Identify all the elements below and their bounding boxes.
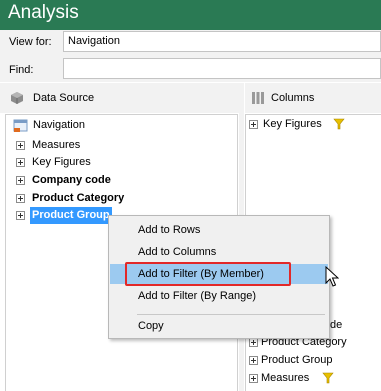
menu-item-add-to-filter-by-member[interactable]: Add to Filter (By Member) — [110, 262, 328, 286]
find-input[interactable] — [63, 58, 381, 79]
expand-icon[interactable] — [16, 141, 25, 150]
expand-icon[interactable] — [249, 120, 258, 129]
navigation-icon — [13, 119, 28, 132]
columns-title: Columns — [271, 92, 315, 104]
view-for-label: View for: — [9, 36, 52, 48]
expand-icon[interactable] — [16, 194, 25, 203]
menu-item-add-to-columns[interactable]: Add to Columns — [110, 242, 328, 262]
rows-item-label: Measures — [261, 372, 310, 384]
menu-item-copy[interactable]: Copy — [110, 316, 328, 336]
expand-icon[interactable] — [249, 374, 258, 383]
app-title: Analysis — [8, 2, 79, 23]
menu-separator — [137, 314, 325, 315]
rows-item-label: de — [330, 319, 343, 331]
mouse-cursor-icon — [325, 266, 339, 287]
expand-icon[interactable] — [249, 338, 258, 347]
expand-icon[interactable] — [16, 158, 25, 167]
data-source-title: Data Source — [33, 92, 95, 104]
rows-item-truncated[interactable]: de — [330, 317, 342, 334]
filter-area: View for: Navigation Find: — [0, 30, 381, 82]
expand-icon[interactable] — [16, 211, 25, 220]
data-source-header: Data Source — [0, 83, 239, 113]
title-bar: Analysis — [0, 0, 381, 30]
tree-item-label: Company code — [32, 174, 111, 186]
context-menu: Add to Rows Add to Columns Add to Filter… — [108, 215, 330, 339]
menu-item-add-to-rows[interactable]: Add to Rows — [110, 220, 328, 240]
tree-item-label: Measures — [32, 139, 81, 151]
tree-root-label: Navigation — [33, 119, 85, 131]
columns-item-label: Key Figures — [263, 118, 322, 130]
tree-item-label: Product Category — [32, 192, 125, 204]
tree-item-label: Key Figures — [32, 156, 91, 168]
expand-icon[interactable] — [249, 356, 258, 365]
view-for-input[interactable]: Navigation — [63, 31, 381, 52]
rows-item-label: Product Group — [261, 354, 333, 366]
columns-header: Columns — [245, 83, 381, 113]
columns-icon — [252, 92, 264, 104]
find-label: Find: — [9, 64, 34, 76]
filter-icon[interactable] — [333, 118, 345, 130]
tree-item-label-selected: Product Group — [30, 207, 112, 224]
highlight-callout-box — [125, 262, 291, 286]
expand-icon[interactable] — [16, 176, 25, 185]
cube-icon — [11, 92, 23, 104]
filter-icon[interactable] — [322, 372, 334, 384]
menu-item-add-to-filter-by-range[interactable]: Add to Filter (By Range) — [110, 286, 328, 306]
